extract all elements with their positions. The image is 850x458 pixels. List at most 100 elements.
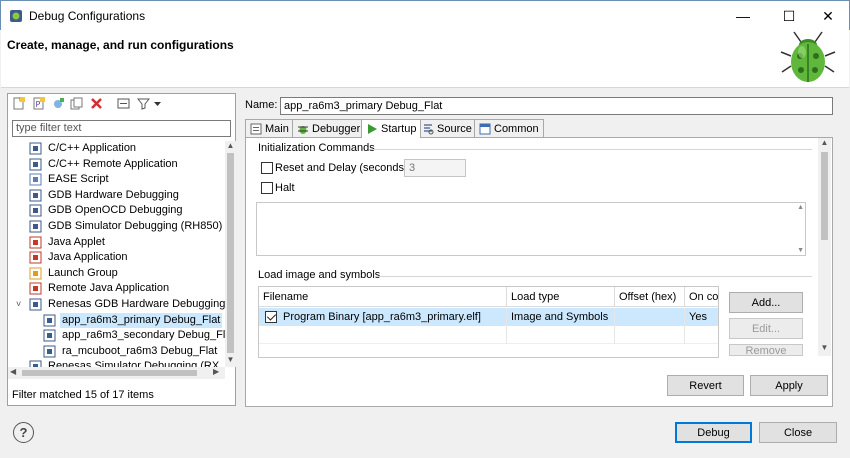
tab-main[interactable]: Main <box>245 119 294 137</box>
name-label: Name: <box>245 99 278 111</box>
config-icon <box>43 329 56 342</box>
header-title: Create, manage, and run configurations <box>7 38 234 52</box>
tree-item-label: GDB OpenOCD Debugging <box>48 204 183 217</box>
scroll-down-arrow-icon[interactable]: ▼ <box>225 355 236 366</box>
tree-vertical-scrollbar[interactable]: ▲ ▼ <box>225 141 236 367</box>
init-commands-title: Initialization Commands <box>258 142 375 154</box>
scroll-right-arrow-icon[interactable]: ▶ <box>213 367 219 376</box>
tree-item-label: app_ra6m3_secondary Debug_Flat <box>62 329 225 342</box>
duplicate-config-icon[interactable] <box>70 97 83 110</box>
content-scroll-thumb[interactable] <box>821 152 828 240</box>
tree-item-label: Renesas GDB Hardware Debugging <box>48 298 225 310</box>
minimize-button[interactable]: — <box>723 1 763 31</box>
debug-app-icon <box>10 10 22 22</box>
col-load-type[interactable]: Load type <box>507 287 615 307</box>
tab-startup[interactable]: Startup <box>361 119 422 138</box>
tab-debugger[interactable]: Debugger <box>292 119 366 137</box>
delete-config-icon[interactable] <box>90 97 103 110</box>
common-tab-icon <box>479 123 491 134</box>
scroll-left-arrow-icon[interactable]: ◀ <box>10 367 16 376</box>
maximize-button[interactable]: ☐ <box>769 1 809 31</box>
remote-java-icon <box>29 282 42 295</box>
config-icon <box>43 314 56 327</box>
revert-button[interactable]: Revert <box>667 375 744 396</box>
empty-cell <box>259 326 507 344</box>
add-image-button[interactable]: Add... <box>729 292 803 313</box>
launch-group-icon <box>29 267 42 280</box>
ease-script-icon <box>29 173 42 186</box>
horizontal-scroll-thumb[interactable] <box>22 370 197 376</box>
tree-item-label: Java Applet <box>48 235 105 248</box>
tab-common[interactable]: Common <box>474 119 544 137</box>
reset-delay-label: Reset and Delay (seconds): <box>275 162 411 174</box>
textarea-scroll-up-icon[interactable]: ▲ <box>797 204 804 211</box>
tab-startup-label: Startup <box>381 123 417 135</box>
tab-source[interactable]: Source <box>417 119 477 137</box>
col-on-connect[interactable]: On connect <box>685 287 718 307</box>
col-filename[interactable]: Filename <box>259 287 507 307</box>
tab-main-label: Main <box>265 122 289 135</box>
renesas-sim-icon <box>29 360 42 367</box>
config-name-input[interactable]: app_ra6m3_primary Debug_Flat <box>280 97 833 115</box>
window-title: Debug Configurations <box>29 9 146 23</box>
tree-item-label: C/C++ Application <box>48 142 137 154</box>
help-icon[interactable]: ? <box>13 422 34 443</box>
configuration-list-panel: P type filter text C/C++ Application C/C+… <box>7 93 236 406</box>
tree-expand-chevron-icon[interactable]: ˅ <box>16 299 26 309</box>
filter-input[interactable]: type filter text <box>12 120 231 137</box>
tree-item-label: GDB Hardware Debugging <box>48 188 179 201</box>
halt-checkbox[interactable] <box>261 182 273 194</box>
filter-icon[interactable] <box>137 97 150 110</box>
config-icon <box>43 345 56 358</box>
tab-source-label: Source <box>437 122 472 135</box>
tree-item-label: Java Application <box>48 251 128 264</box>
edit-image-button[interactable]: Edit... <box>729 318 803 339</box>
close-window-button[interactable]: ✕ <box>808 1 848 31</box>
content-vertical-scrollbar[interactable]: ▲ ▼ <box>818 138 831 356</box>
content-scroll-down-icon[interactable]: ▼ <box>818 343 831 355</box>
scroll-thumb[interactable] <box>227 153 234 353</box>
remove-image-button[interactable]: Remove <box>729 344 803 356</box>
renesas-gdb-icon <box>29 298 42 311</box>
c-app-icon <box>29 142 42 155</box>
init-commands-textarea[interactable]: ▲ ▼ <box>256 202 806 256</box>
export-config-icon[interactable] <box>52 97 65 110</box>
reset-delay-checkbox[interactable] <box>261 162 273 174</box>
load-group-divider <box>375 276 812 277</box>
collapse-all-icon[interactable] <box>117 97 130 110</box>
table-row[interactable]: Program Binary [app_ra6m3_primary.elf] I… <box>259 308 718 326</box>
load-image-title: Load image and symbols <box>258 269 381 281</box>
row-on-connect: Yes <box>685 308 718 326</box>
empty-cell <box>615 326 685 344</box>
apply-button[interactable]: Apply <box>750 375 828 396</box>
c-remote-icon <box>29 158 42 171</box>
bug-icon <box>780 31 836 82</box>
row-enabled-checkbox[interactable] <box>265 311 277 323</box>
filter-menu-chevron-down-icon[interactable] <box>153 97 162 110</box>
gdb-hw-icon <box>29 189 42 202</box>
tree-item-label: Launch Group <box>48 266 118 279</box>
debugger-tab-icon <box>298 125 308 134</box>
gdb-sim-icon <box>29 220 42 233</box>
startup-tab-icon <box>368 124 377 134</box>
java-applet-icon <box>29 236 42 249</box>
java-app-icon <box>29 251 42 264</box>
scroll-up-arrow-icon[interactable]: ▲ <box>225 141 236 152</box>
table-row-empty <box>259 326 718 344</box>
filter-status-text: Filter matched 15 of 17 items <box>12 389 154 401</box>
col-offset[interactable]: Offset (hex) <box>615 287 685 307</box>
textarea-scroll-down-icon[interactable]: ▼ <box>797 247 804 254</box>
close-button[interactable]: Close <box>759 422 837 443</box>
tree-item-label: Remote Java Application <box>48 282 170 295</box>
delay-seconds-input[interactable]: 3 <box>404 159 466 177</box>
new-config-icon[interactable] <box>12 97 25 110</box>
debug-button[interactable]: Debug <box>675 422 752 443</box>
tree-horizontal-scrollbar[interactable]: ◀ ▶ <box>8 367 225 379</box>
content-scroll-up-icon[interactable]: ▲ <box>818 138 831 150</box>
load-image-table: Filename Load type Offset (hex) On conne… <box>258 286 719 358</box>
init-group-divider <box>371 149 812 150</box>
tree-item-label: ra_mcuboot_ra6m3 Debug_Flat <box>62 344 218 357</box>
new-prototype-icon[interactable]: P <box>32 97 45 110</box>
tree-item-label: app_ra6m3_primary Debug_Flat <box>60 312 223 328</box>
tree-item-label: C/C++ Remote Application <box>48 157 178 170</box>
